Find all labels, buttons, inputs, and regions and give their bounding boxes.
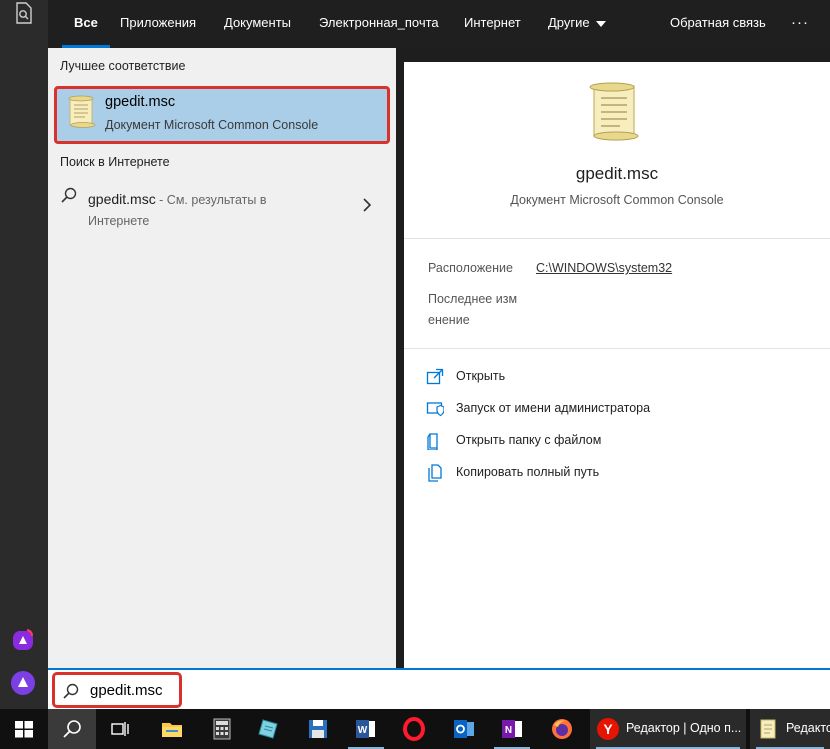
floppy-app-button[interactable] (294, 709, 342, 749)
search-input[interactable] (90, 678, 390, 702)
open-icon (426, 368, 444, 385)
details-pane: gpedit.msc Документ Microsoft Common Con… (404, 62, 830, 668)
best-match-subtitle: Документ Microsoft Common Console (105, 118, 319, 132)
copy-icon (428, 464, 442, 482)
opera-icon (403, 717, 425, 741)
calculator-icon (213, 718, 231, 740)
yandex-window-label: Редактор | Одно п... (626, 721, 742, 735)
yandex-browser-icon: Y (597, 718, 619, 740)
open-file-location-action[interactable]: Открыть папку с файлом (426, 429, 806, 453)
search-icon (63, 720, 81, 738)
tab-all[interactable]: Все (62, 0, 110, 48)
search-icon (63, 683, 79, 699)
file-explorer-button[interactable] (148, 709, 196, 749)
task-view-icon (111, 722, 129, 736)
web-result-title: gpedit.msc (88, 191, 156, 207)
notes-app-button[interactable] (244, 709, 292, 749)
chevron-right-icon[interactable] (362, 198, 372, 212)
alice-voice-icon[interactable] (10, 670, 36, 696)
search-button[interactable] (48, 709, 96, 749)
more-options-button[interactable]: ··· (791, 0, 809, 48)
chevron-down-icon (595, 20, 606, 27)
onenote-icon: N (502, 720, 522, 738)
open-action[interactable]: Открыть (426, 365, 806, 389)
shield-icon (426, 402, 444, 417)
alice-assistant-icon[interactable] (12, 629, 34, 651)
web-result-suffix: - См. результаты в (155, 193, 267, 207)
scroll-document-icon (68, 95, 96, 128)
onenote-button[interactable]: N (488, 709, 536, 749)
open-file-location-label: Открыть папку с файлом (456, 433, 602, 447)
modified-label: Последнее изм енение (428, 289, 517, 331)
best-match-title: gpedit.msc (105, 94, 176, 110)
floppy-icon (309, 720, 327, 738)
document-search-icon[interactable] (14, 2, 34, 24)
scroll-document-icon (589, 82, 639, 141)
gpedit-window-button[interactable]: Редакто (750, 709, 830, 749)
search-box (48, 668, 830, 709)
run-as-admin-label: Запуск от имени администратора (456, 401, 651, 415)
firefox-icon (552, 719, 572, 739)
svg-text:N: N (505, 725, 512, 736)
web-result-text: gpedit.msc - См. результаты в Интернете (88, 189, 328, 231)
tab-web[interactable]: Интернет (464, 0, 521, 48)
feedback-link[interactable]: Обратная связь (670, 0, 766, 48)
taskbar: W N Y Редактор | Одно п... Редакто (0, 709, 830, 749)
tab-email[interactable]: Электронная_почта (319, 0, 439, 48)
tab-documents[interactable]: Документы (224, 0, 291, 48)
word-icon: W (356, 720, 375, 738)
word-button[interactable]: W (342, 709, 390, 749)
gpedit-window-label: Редакто (786, 721, 830, 735)
tab-more-label: Другие (548, 15, 590, 30)
open-action-label: Открыть (456, 369, 506, 383)
yandex-window-button[interactable]: Y Редактор | Одно п... (590, 709, 746, 749)
web-result-suffix-line2: Интернете (88, 214, 150, 228)
outlook-button[interactable] (440, 709, 488, 749)
divider (404, 348, 830, 349)
svg-text:Y: Y (603, 721, 613, 737)
modified-label-line1: Последнее изм (428, 292, 518, 306)
detail-subtitle: Документ Microsoft Common Console (510, 193, 724, 207)
firefox-button[interactable] (538, 709, 586, 749)
left-rail (0, 0, 48, 709)
search-scope-tabs: Все Приложения Документы Электронная_поч… (48, 0, 830, 48)
scroll-document-icon (760, 719, 776, 739)
tab-apps[interactable]: Приложения (120, 0, 196, 48)
location-label: Расположение (428, 261, 513, 275)
divider (404, 238, 830, 239)
folder-icon (162, 723, 182, 737)
windows-logo-icon (15, 721, 33, 738)
outlook-icon (454, 720, 474, 738)
search-icon (61, 187, 77, 203)
location-link[interactable]: C:\WINDOWS\system32 (536, 261, 672, 275)
web-search-result[interactable]: gpedit.msc - См. результаты в Интернете (48, 180, 396, 230)
opera-button[interactable] (390, 709, 438, 749)
copy-path-action[interactable]: Копировать полный путь (426, 461, 806, 485)
detail-title: gpedit.msc (575, 164, 659, 183)
modified-label-line2: енение (428, 313, 470, 327)
tab-more[interactable]: Другие (548, 0, 606, 48)
web-search-heading: Поиск в Интернете (60, 155, 170, 169)
svg-text:W: W (358, 725, 368, 736)
calculator-button[interactable] (198, 709, 246, 749)
run-as-admin-action[interactable]: Запуск от имени администратора (426, 397, 806, 421)
best-match-heading: Лучшее соответствие (60, 59, 186, 73)
best-match-result[interactable]: gpedit.msc Документ Microsoft Common Con… (54, 86, 390, 144)
copy-path-label: Копировать полный путь (456, 465, 600, 479)
start-button[interactable] (0, 709, 48, 749)
results-pane: Лучшее соответствие gpedit.msc Документ … (48, 48, 396, 668)
folder-icon (427, 433, 438, 450)
task-view-button[interactable] (96, 709, 144, 749)
notes-icon (258, 719, 278, 739)
